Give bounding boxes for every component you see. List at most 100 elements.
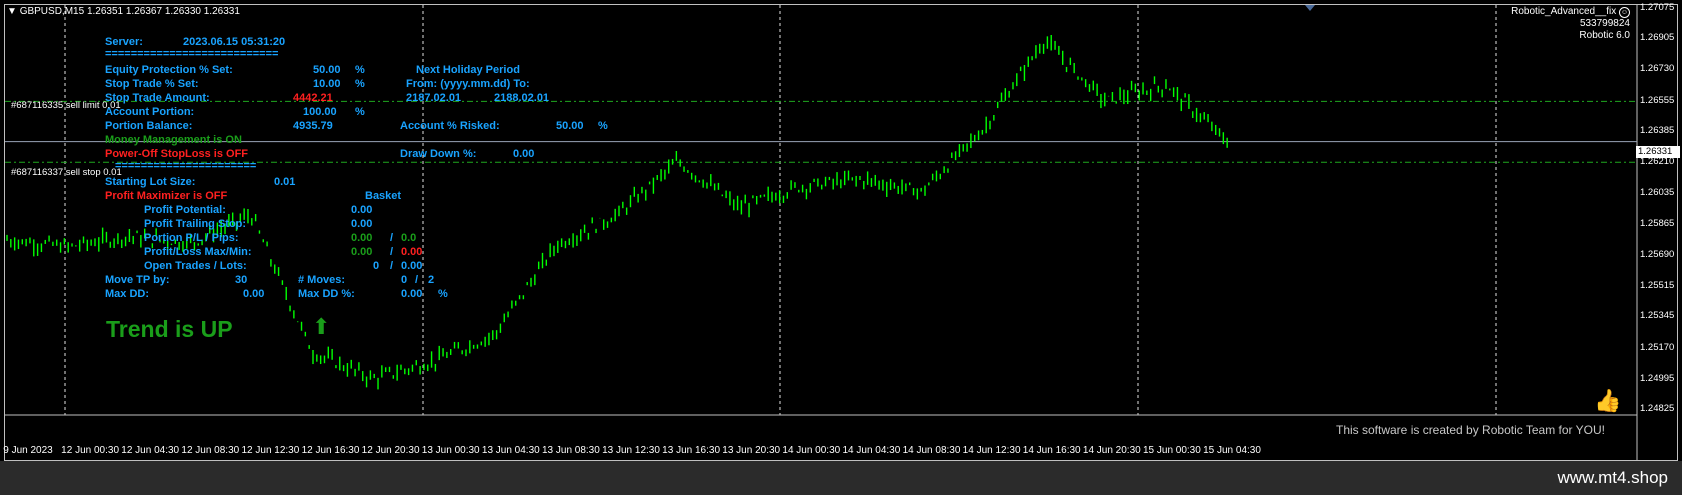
time-tick: 15 Jun 00:30 — [1142, 445, 1201, 456]
ohlc-low: 1.26330 — [164, 6, 201, 17]
separator: ====================== — [115, 160, 257, 172]
price-tick: 1.25865 — [1640, 217, 1675, 229]
stop-trade-pct-sign: % — [355, 78, 365, 90]
min-value: 0.00 — [401, 246, 423, 258]
stop-trade-amount-value: 4442.21 — [293, 92, 333, 104]
time-tick: 14 Jun 04:30 — [842, 445, 901, 456]
time-tick: 12 Jun 08:30 — [181, 445, 240, 456]
account-portion-pct: % — [355, 106, 365, 118]
time-tick: 12 Jun 00:30 — [61, 445, 120, 456]
time-tick: 12 Jun 16:30 — [301, 445, 360, 456]
portion-pl-value: 0.00 — [351, 232, 373, 244]
stop-trade-amount-label: Stop Trade Amount: — [105, 92, 210, 104]
chart-menu-icon[interactable]: ▼ — [7, 6, 17, 17]
portion-balance-label: Portion Balance: — [105, 120, 193, 132]
holiday-from: 2187.02.01 — [406, 92, 462, 104]
equity-protection-pct: % — [355, 64, 365, 76]
time-tick: 14 Jun 16:30 — [1022, 445, 1081, 456]
profit-potential-value: 0.00 — [351, 204, 373, 216]
time-tick: 12 Jun 20:30 — [361, 445, 420, 456]
separator: =========================== — [105, 48, 279, 60]
ohlc-close: 1.26331 — [203, 6, 240, 17]
open-trades-label: Open Trades / Lots: — [144, 260, 247, 272]
portion-pl-slash: / — [390, 232, 394, 244]
time-tick: 13 Jun 00:30 — [421, 445, 480, 456]
trailing-stop-label: Profit Trailing Stop: — [144, 218, 247, 230]
sell-limit-order-label[interactable]: #687116335 sell limit 0.01 — [11, 100, 121, 111]
move-tp-label: Move TP by: — [105, 274, 170, 286]
ea-version: Robotic 6.0 — [1579, 30, 1630, 41]
open-lots-value: 0.00 — [401, 260, 423, 272]
money-management-status: Money Management is ON — [105, 134, 242, 146]
portion-balance-value: 4935.79 — [293, 120, 333, 132]
price-tick: 1.26035 — [1640, 187, 1675, 199]
ohlc-open: 1.26351 — [86, 6, 124, 17]
max-dd-pct-label: Max DD %: — [298, 288, 355, 300]
drawdown-label: Draw Down %: — [400, 148, 477, 160]
profit-maximizer-status: Profit Maximizer is OFF — [105, 190, 228, 202]
moves-value: 0 — [401, 274, 408, 286]
risked-label: Account % Risked: — [400, 120, 500, 132]
portion-pl-label: Portion P/L / Pips: — [144, 232, 239, 244]
price-tick: 1.26555 — [1640, 94, 1675, 106]
time-tick: 13 Jun 20:30 — [722, 445, 781, 456]
time-tick: 9 Jun 2023 — [3, 445, 53, 456]
profit-potential-label: Profit Potential: — [144, 204, 226, 216]
basket-header: Basket — [365, 190, 402, 202]
equity-protection-label: Equity Protection % Set: — [105, 64, 233, 76]
account-number: 533799824 — [1579, 18, 1630, 29]
footer-bar: www.mt4.shop — [0, 461, 1682, 495]
ea-name: Robotic_Advanced__fix — [1511, 6, 1617, 17]
time-tick: 14 Jun 20:30 — [1082, 445, 1141, 456]
holiday-title: Next Holiday Period — [416, 64, 520, 76]
time-tick: 13 Jun 12:30 — [602, 445, 660, 456]
portion-pl-pips: 0.0 — [401, 232, 417, 244]
server-time: 2023.06.15 05:31:20 — [183, 36, 286, 48]
watermark: www.mt4.shop — [1557, 468, 1668, 487]
price-tick: 1.25170 — [1640, 341, 1675, 353]
max-value: 0.00 — [351, 246, 373, 258]
ohlc-high: 1.26367 — [125, 6, 163, 17]
time-tick: 14 Jun 12:30 — [962, 445, 1021, 456]
max-min-slash: / — [390, 246, 394, 258]
power-off-stoploss-status: Power-Off StopLoss is OFF — [105, 148, 249, 160]
symbol-timeframe: GBPUSD,M15 — [19, 6, 85, 17]
time-tick: 14 Jun 00:30 — [782, 445, 841, 456]
max-min-label: Profit/Loss Max/Min: — [144, 246, 252, 258]
open-trades-slash: / — [390, 260, 394, 272]
stop-trade-pct-value: 10.00 — [313, 78, 341, 90]
price-tick: 1.24995 — [1640, 372, 1675, 384]
server-label: Server: — [105, 36, 143, 48]
price-tick: 1.26210 — [1640, 156, 1675, 168]
sell-stop-order-label[interactable]: #687116337 sell stop 0.01 — [11, 167, 122, 178]
chart-window[interactable] — [4, 4, 1679, 462]
ea-info: Robotic_Advanced__fix ☺ 533799824 Roboti… — [1511, 6, 1630, 42]
max-dd-pct-value: 0.00 — [401, 288, 423, 300]
time-tick: 12 Jun 04:30 — [121, 445, 180, 456]
max-dd-value: 0.00 — [243, 288, 265, 300]
credit-text: This software is created by Robotic Team… — [1336, 423, 1605, 437]
risked-pct: % — [598, 120, 608, 132]
moves-max: 2 — [428, 274, 435, 286]
thumbs-up-icon: 👍 — [1594, 388, 1622, 413]
moves-label: # Moves: — [298, 274, 346, 286]
price-chart[interactable] — [5, 5, 1679, 462]
time-tick: 13 Jun 16:30 — [662, 445, 721, 456]
risked-value: 50.00 — [556, 120, 584, 132]
max-dd-label: Max DD: — [105, 288, 150, 300]
symbol-header: ▼ GBPUSD,M15 1.26351 1.26367 1.26330 1.2… — [7, 6, 240, 17]
time-tick: 15 Jun 04:30 — [1203, 445, 1261, 456]
price-tick: 1.26385 — [1640, 124, 1675, 136]
price-tick: 1.24825 — [1640, 403, 1675, 414]
price-tick: 1.25345 — [1640, 310, 1675, 322]
stop-trade-pct-label: Stop Trade % Set: — [105, 78, 199, 90]
up-arrow-icon: ⬆ — [312, 314, 331, 339]
trailing-stop-value: 0.00 — [351, 218, 373, 230]
drawdown-value: 0.00 — [513, 148, 535, 160]
max-dd-pct-sign: % — [438, 288, 448, 300]
time-tick: 14 Jun 08:30 — [902, 445, 961, 456]
move-tp-value: 30 — [235, 274, 248, 286]
holiday-to: 2188.02.01 — [494, 92, 550, 104]
price-tick: 1.26730 — [1640, 63, 1675, 75]
account-portion-value: 100.00 — [303, 106, 337, 118]
